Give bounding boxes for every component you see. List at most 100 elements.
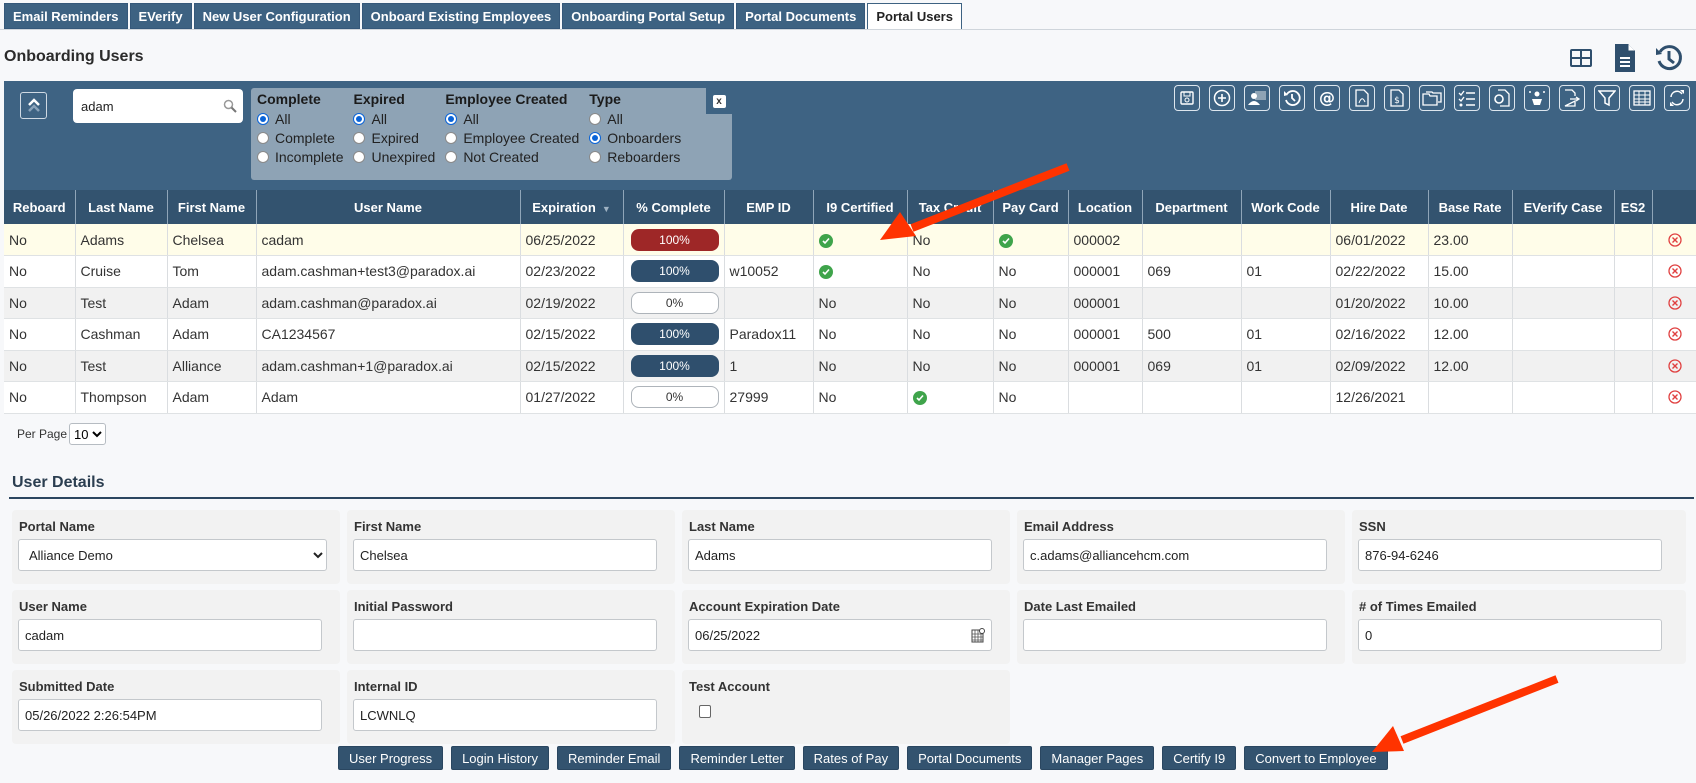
manager-pages-button[interactable]: Manager Pages: [1040, 746, 1155, 770]
collapse-button[interactable]: [20, 92, 47, 119]
column-header-tax-credit[interactable]: Tax Credit: [907, 190, 994, 224]
filter-option[interactable]: All: [589, 109, 681, 128]
calendar-icon[interactable]: [971, 627, 985, 643]
table-row[interactable]: No Test Adam adam.cashman@paradox.ai 02/19/2…: [4, 287, 1696, 319]
column-header-emp-id[interactable]: EMP ID: [724, 190, 814, 224]
test-account-checkbox[interactable]: [699, 705, 711, 718]
radio-button[interactable]: [257, 150, 269, 163]
table-row[interactable]: No Thompson Adam Adam 01/27/2022 0% 27999 No No 1…: [4, 381, 1696, 414]
ssn-input[interactable]: 876-94-6246: [1358, 539, 1662, 571]
certificate-button[interactable]: [1489, 85, 1515, 111]
pdf-button[interactable]: [1349, 85, 1375, 111]
login-history-button[interactable]: Login History: [451, 746, 549, 770]
search-input[interactable]: [79, 97, 209, 115]
tab-onboard-existing-employees[interactable]: Onboard Existing Employees: [361, 3, 561, 29]
radio-button[interactable]: [353, 131, 366, 144]
filter-option[interactable]: Incomplete: [257, 147, 343, 166]
person-highlight-button[interactable]: [1524, 85, 1550, 111]
user-switch-button[interactable]: [1244, 85, 1270, 111]
email-input[interactable]: c.adams@alliancehcm.com: [1023, 539, 1327, 571]
document-icon[interactable]: [1610, 42, 1640, 74]
certify-i9-button[interactable]: Certify I9: [1162, 746, 1237, 770]
folders-button[interactable]: [1419, 85, 1445, 111]
column-header-department[interactable]: Department: [1142, 190, 1242, 224]
column-header-reboard[interactable]: Reboard: [4, 190, 76, 224]
column-header-last-name[interactable]: Last Name: [75, 190, 168, 224]
radio-button[interactable]: [589, 131, 602, 144]
email-at-button[interactable]: @: [1314, 85, 1340, 111]
filter-option[interactable]: Reboarders: [589, 147, 681, 166]
tab-portal-users[interactable]: Portal Users: [867, 3, 962, 30]
delete-icon[interactable]: [1658, 390, 1692, 404]
table-row[interactable]: No Cruise Tom adam.cashman+test3@paradox.ai…: [4, 255, 1696, 288]
delete-icon[interactable]: [1658, 264, 1692, 278]
column-header-user-name[interactable]: User Name: [256, 190, 521, 224]
submitted-date-input[interactable]: 05/26/2022 2:26:54PM: [18, 699, 322, 731]
filter-option[interactable]: All: [445, 109, 579, 128]
search-icon[interactable]: [223, 99, 237, 113]
portal-name-select[interactable]: Alliance Demo: [18, 539, 327, 571]
column-header-actions[interactable]: [1652, 190, 1696, 224]
column-header-location[interactable]: Location: [1068, 190, 1143, 224]
column-header-es2[interactable]: ES2: [1614, 190, 1653, 224]
portal-documents-button[interactable]: Portal Documents: [907, 746, 1033, 770]
history-button[interactable]: [1279, 85, 1305, 111]
add-button[interactable]: [1209, 85, 1235, 111]
filter-option[interactable]: All: [257, 109, 343, 128]
filter-option[interactable]: Complete: [257, 128, 343, 147]
save-button[interactable]: [1174, 85, 1200, 111]
filter-option[interactable]: Unexpired: [353, 147, 435, 166]
filter-option[interactable]: Not Created: [445, 147, 579, 166]
delete-icon[interactable]: [1658, 359, 1692, 373]
tab-onboarding-portal-setup[interactable]: Onboarding Portal Setup: [562, 3, 735, 29]
reminder-email-button[interactable]: Reminder Email: [556, 746, 672, 770]
account-expiration-input[interactable]: 06/25/2022: [688, 619, 992, 651]
table-row[interactable]: No Test Alliance adam.cashman+1@paradox.ai 0…: [4, 350, 1696, 382]
user-progress-button[interactable]: User Progress: [338, 746, 444, 770]
tab-everify[interactable]: EVerify: [129, 3, 192, 29]
checklist-button[interactable]: [1454, 85, 1480, 111]
times-emailed-input[interactable]: 0: [1358, 619, 1662, 651]
sort-desc-icon[interactable]: ▼: [602, 204, 611, 214]
radio-button[interactable]: [353, 112, 366, 125]
column-header-i9-certified[interactable]: I9 Certified: [813, 190, 908, 224]
filter-option[interactable]: Employee Created: [445, 128, 579, 147]
radio-button[interactable]: [445, 112, 458, 125]
per-page-select[interactable]: 10: [69, 423, 107, 445]
first-name-input[interactable]: Chelsea: [353, 539, 657, 571]
close-filters-button[interactable]: x: [706, 88, 732, 114]
date-last-emailed-input[interactable]: [1023, 619, 1327, 651]
column-header-everify-case[interactable]: EVerify Case: [1512, 190, 1615, 224]
column-header-base-rate[interactable]: Base Rate: [1428, 190, 1513, 224]
filter-option[interactable]: All: [353, 109, 435, 128]
table-row[interactable]: No Adams Chelsea cadam 06/25/2022 100% No 00000…: [4, 224, 1696, 256]
delete-icon[interactable]: [1658, 296, 1692, 310]
table-row[interactable]: No Cashman Adam CA1234567 02/15/2022 100% Para…: [4, 318, 1696, 351]
user-name-input[interactable]: cadam: [18, 619, 322, 651]
rates-of-pay-button[interactable]: Rates of Pay: [802, 746, 900, 770]
column-header-work-code[interactable]: Work Code: [1241, 190, 1331, 224]
tab-email-reminders[interactable]: Email Reminders: [4, 3, 128, 29]
convert-to-employee-button[interactable]: Convert to Employee: [1244, 746, 1388, 770]
table-button[interactable]: [1629, 85, 1655, 111]
column-header-pay-card[interactable]: Pay Card: [993, 190, 1069, 224]
radio-button[interactable]: [589, 112, 602, 125]
internal-id-input[interactable]: LCWNLQ: [353, 699, 657, 731]
column-header--complete[interactable]: % Complete: [623, 190, 725, 224]
grid-layout-icon[interactable]: [1566, 42, 1596, 74]
filter-button[interactable]: [1594, 85, 1620, 111]
last-name-input[interactable]: Adams: [688, 539, 992, 571]
filter-option[interactable]: Expired: [353, 128, 435, 147]
reminder-letter-button[interactable]: Reminder Letter: [679, 746, 795, 770]
initial-password-input[interactable]: [353, 619, 657, 651]
pay-document-button[interactable]: $: [1384, 85, 1410, 111]
radio-button[interactable]: [445, 131, 458, 144]
filter-option[interactable]: Onboarders: [589, 128, 681, 147]
radio-button[interactable]: [589, 150, 602, 163]
export-button[interactable]: [1559, 85, 1585, 111]
column-header-first-name[interactable]: First Name: [167, 190, 257, 224]
radio-button[interactable]: [257, 112, 269, 125]
radio-button[interactable]: [257, 131, 269, 144]
radio-button[interactable]: [353, 150, 366, 163]
delete-icon[interactable]: [1658, 232, 1692, 247]
